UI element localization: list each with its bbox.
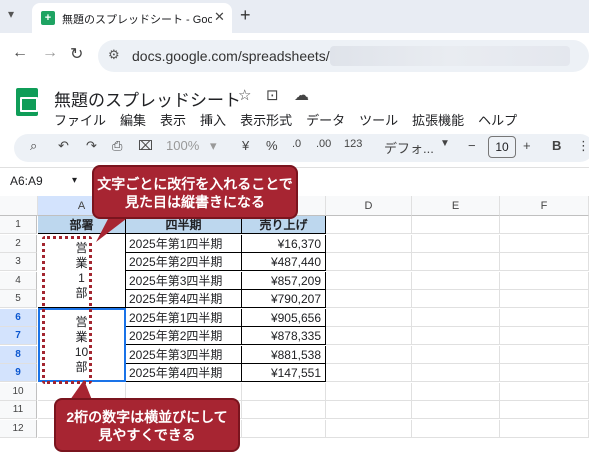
callout-top-arrow [96,219,126,242]
callout-bottom-arrow [70,380,92,400]
callout-bottom: 2桁の数字は横並びにして 見やすくできる [54,398,240,452]
callout-bottom-line1: 2桁の数字は横並びにして [66,409,228,425]
callout-bottom-line2: 見やすくできる [98,427,196,443]
callout-arrows [70,219,126,400]
